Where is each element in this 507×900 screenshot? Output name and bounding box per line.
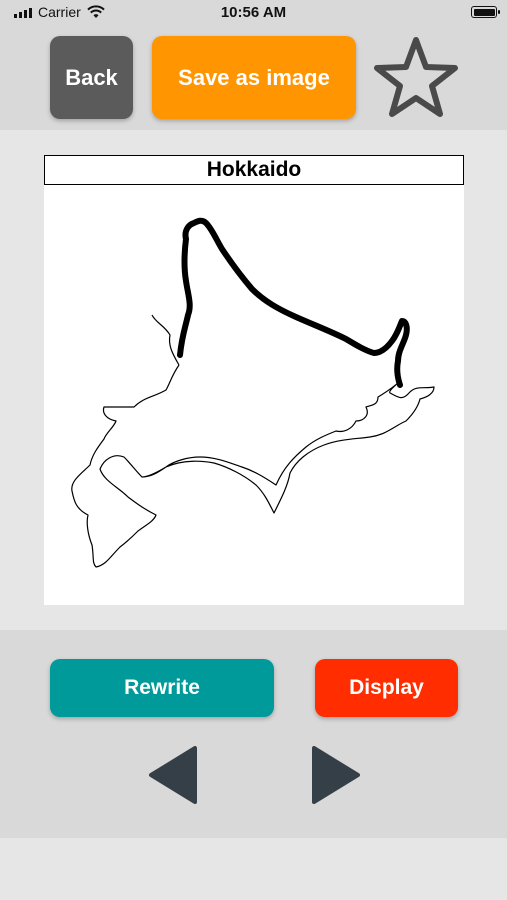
rewrite-button[interactable]: Rewrite [50, 659, 274, 717]
status-time: 10:56 AM [220, 4, 287, 21]
display-button[interactable]: Display [315, 659, 458, 717]
status-bar: Carrier 10:56 AM [0, 0, 507, 26]
star-outline-icon[interactable] [372, 34, 460, 122]
island-outline-north [151, 314, 180, 366]
triangle-left-icon[interactable] [147, 746, 199, 804]
triangle-right-icon[interactable] [310, 746, 362, 804]
battery-icon [471, 6, 500, 18]
hokkaido-map [71, 217, 435, 568]
traced-stroke [177, 217, 410, 388]
save-as-image-button[interactable]: Save as image [152, 36, 356, 119]
back-button[interactable]: Back [50, 36, 133, 119]
top-toolbar: Back Save as image [0, 26, 507, 130]
island-outline [71, 364, 435, 568]
map-card: Hokkaido [44, 155, 464, 605]
map-title: Hokkaido [44, 155, 464, 185]
bottom-controls: Rewrite Display [0, 630, 507, 838]
